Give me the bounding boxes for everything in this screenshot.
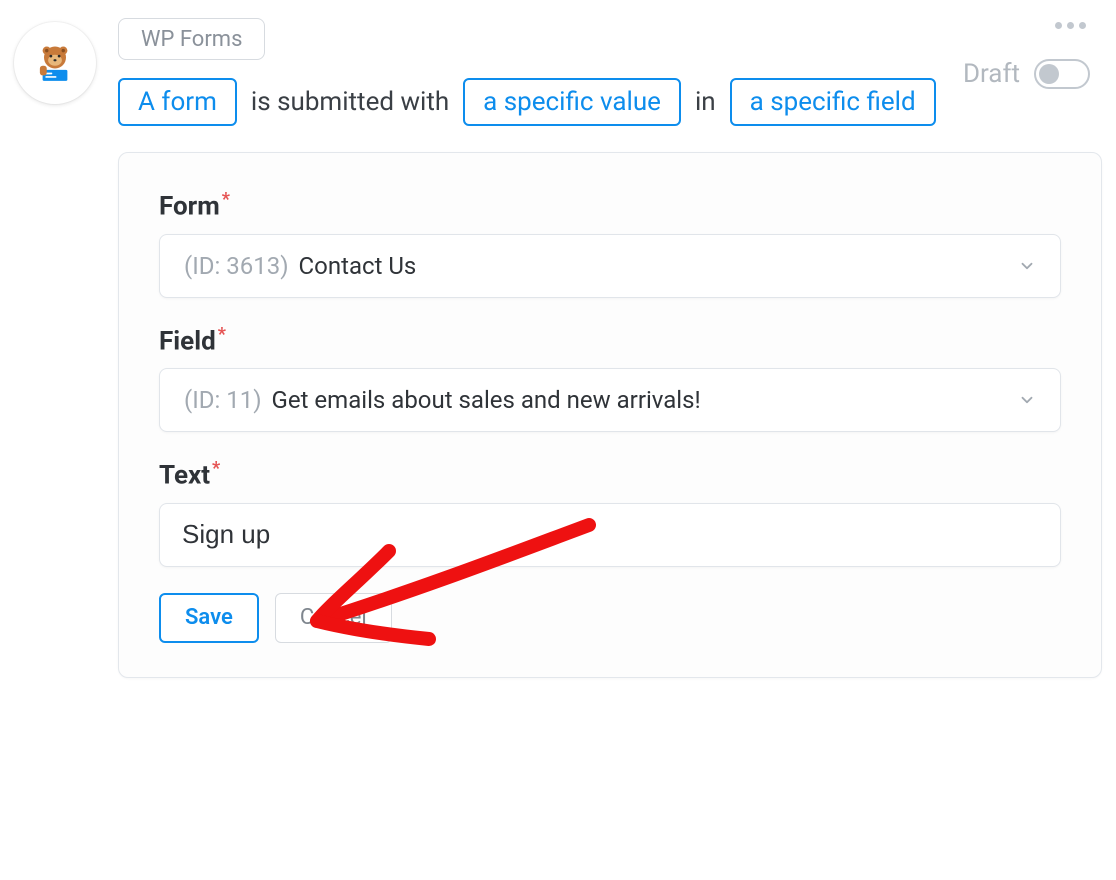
chevron-down-icon [1018,391,1036,409]
status-label: Draft [963,59,1020,89]
more-options-button[interactable] [1051,18,1090,33]
wpforms-bear-icon [33,41,77,85]
form-select[interactable]: (ID: 3613) Contact Us [159,234,1061,298]
required-asterisk: * [212,458,220,479]
dot-icon [1079,22,1086,29]
cancel-button[interactable]: Cancel [275,593,392,643]
token-field-label: a specific field [750,87,916,117]
trigger-sentence: A form is submitted with a specific valu… [118,78,945,126]
field-select-value: (ID: 11) Get emails about sales and new … [184,386,701,414]
text-label: Text* [159,458,220,491]
save-button[interactable]: Save [159,593,259,643]
dot-icon [1067,22,1074,29]
draft-toggle[interactable] [1034,59,1090,89]
field-select-name: Get emails about sales and new arrivals! [272,386,701,414]
field-label: Field* [159,324,226,357]
token-form-label: A form [138,87,217,117]
form-select-name: Contact Us [299,252,417,280]
sentence-text-1: is submitted with [251,87,449,117]
token-value[interactable]: a specific value [463,78,681,126]
field-label-text: Field [159,326,216,356]
config-panel: Form* (ID: 3613) Contact Us Field* [118,152,1102,678]
required-asterisk: * [222,189,230,210]
token-field[interactable]: a specific field [730,78,936,126]
required-asterisk: * [218,324,226,345]
integration-chip-label: WP Forms [141,27,242,52]
token-form[interactable]: A form [118,78,237,126]
text-label-text: Text [159,461,210,491]
form-select-id: (ID: 3613) [184,252,289,280]
integration-avatar [14,22,96,104]
sentence-text-2: in [695,87,716,117]
token-value-label: a specific value [483,87,661,117]
text-input[interactable] [159,503,1061,567]
form-label: Form* [159,189,230,222]
save-button-label: Save [185,605,233,630]
field-select[interactable]: (ID: 11) Get emails about sales and new … [159,368,1061,432]
cancel-button-label: Cancel [300,605,367,630]
integration-chip[interactable]: WP Forms [118,18,265,60]
field-select-id: (ID: 11) [184,386,262,414]
form-select-value: (ID: 3613) Contact Us [184,252,416,280]
dot-icon [1055,22,1062,29]
form-label-text: Form [159,192,220,222]
chevron-down-icon [1018,257,1036,275]
